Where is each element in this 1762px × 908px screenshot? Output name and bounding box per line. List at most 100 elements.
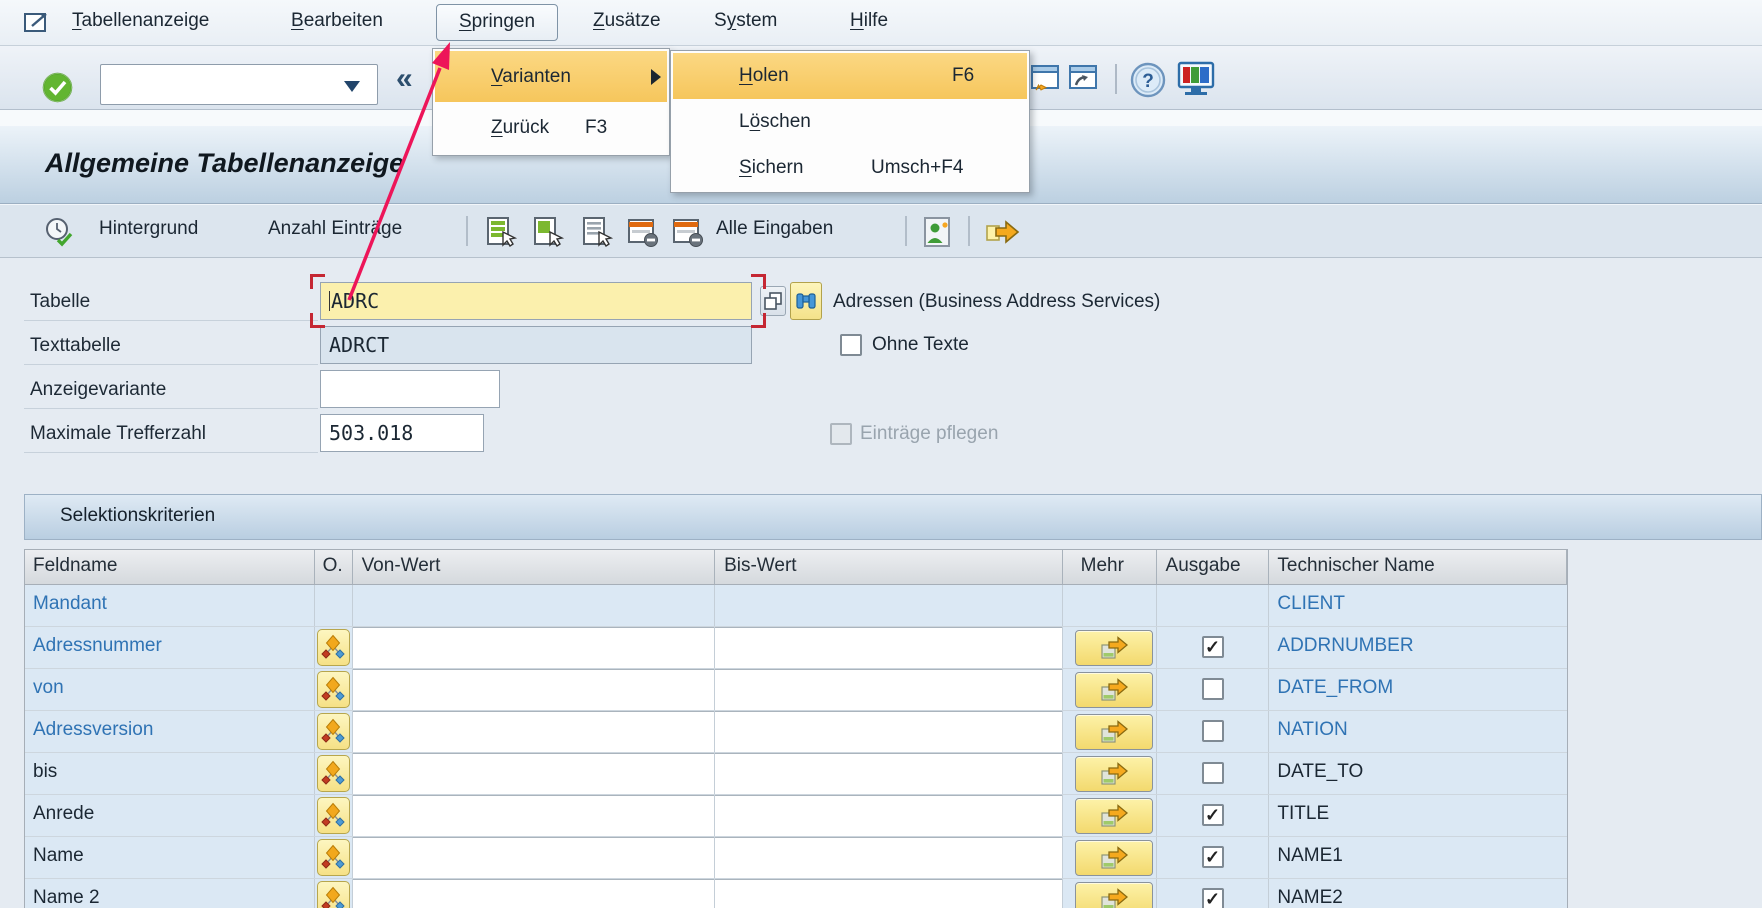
shortcut-label: F3: [585, 102, 607, 153]
bis-wert-input[interactable]: [715, 753, 1062, 794]
select-all-icon[interactable]: [485, 216, 517, 254]
separator: [905, 216, 907, 246]
multiple-selection-button[interactable]: [1075, 672, 1153, 708]
output-checkbox[interactable]: [1202, 762, 1224, 784]
command-field[interactable]: [100, 64, 378, 105]
menu-hilfe[interactable]: Hilfe: [850, 10, 888, 32]
menu-item-loeschen[interactable]: Löschen: [673, 99, 1027, 145]
selection-options-button[interactable]: [317, 713, 350, 750]
max-trefferzahl-field[interactable]: 503.018: [320, 414, 484, 452]
menu-item-sichern[interactable]: Sichern Umsch+F4: [673, 145, 1027, 191]
menu-springen[interactable]: Springen: [436, 4, 558, 41]
bis-wert-input[interactable]: [715, 879, 1062, 908]
output-checkbox[interactable]: [1202, 888, 1224, 908]
multiple-selection-button[interactable]: [1075, 630, 1153, 666]
field-name-cell: bis: [25, 753, 315, 794]
menu-item-zurueck[interactable]: Zurück F3: [435, 102, 667, 153]
field-name-cell: Anrede: [25, 795, 315, 836]
deselect-all-icon[interactable]: [626, 216, 660, 254]
texttabelle-field: ADRCT: [320, 326, 752, 364]
ohne-texte-checkbox[interactable]: [840, 334, 862, 356]
bis-wert-input[interactable]: [715, 711, 1062, 752]
customize-layout-icon[interactable]: [1176, 60, 1216, 104]
alle-eingaben-button[interactable]: Alle Eingaben: [716, 218, 833, 240]
bis-wert-input[interactable]: [715, 627, 1062, 668]
selection-options-button[interactable]: [317, 881, 350, 908]
selection-options-button[interactable]: [317, 629, 350, 666]
von-wert-input[interactable]: [353, 795, 715, 836]
bis-wert-cell: [715, 627, 1063, 668]
selection-options-button[interactable]: [317, 755, 350, 792]
selection-options-button[interactable]: [317, 671, 350, 708]
focus-bracket: [310, 274, 325, 289]
menu-tabellenanzeige[interactable]: Tabellenanzeige: [72, 10, 209, 32]
von-wert-input[interactable]: [353, 711, 715, 752]
multiple-values-icon[interactable]: [760, 286, 786, 316]
output-checkbox[interactable]: [1202, 720, 1224, 742]
texttabelle-label: Texttabelle: [30, 335, 121, 357]
collapse-toolbar-icon[interactable]: «: [396, 62, 413, 96]
focus-bracket: [751, 313, 766, 328]
separator: [1115, 64, 1117, 94]
delete-selection-icon[interactable]: [671, 216, 705, 254]
menu-item-holen[interactable]: Holen F6: [673, 53, 1027, 99]
help-icon[interactable]: ?: [1130, 62, 1166, 104]
table-row: bis DATE_TO: [25, 753, 1567, 795]
shortcut-label: F6: [952, 53, 974, 99]
bis-wert-cell: [715, 669, 1063, 710]
selection-options-button[interactable]: [317, 839, 350, 876]
field-name-cell: Name: [25, 837, 315, 878]
multiple-selection-arrow-icon: [1099, 677, 1129, 704]
create-shortcut-icon[interactable]: [1066, 62, 1098, 102]
von-wert-input[interactable]: [353, 627, 715, 668]
menu-system[interactable]: System: [714, 10, 777, 32]
bis-wert-input[interactable]: [715, 795, 1062, 836]
table-row: Name NAME1: [25, 837, 1567, 879]
selection-options-button[interactable]: [317, 797, 350, 834]
multiple-selection-button[interactable]: [1075, 840, 1153, 876]
output-checkbox[interactable]: [1202, 678, 1224, 700]
anzahl-eintraege-button[interactable]: Anzahl Einträge: [268, 218, 402, 240]
submenu-arrow-icon: [651, 69, 661, 85]
von-wert-input[interactable]: [353, 879, 715, 908]
page-title: Allgemeine Tabellenanzeige: [45, 148, 404, 179]
execute-clock-icon[interactable]: [43, 216, 77, 254]
menu-zusaetze[interactable]: Zusätze: [593, 10, 661, 32]
session-window-icon[interactable]: [22, 8, 52, 44]
bis-wert-cell: [715, 837, 1063, 878]
menu-bearbeiten[interactable]: Bearbeiten: [291, 10, 383, 32]
new-session-icon[interactable]: [1028, 62, 1060, 102]
multiple-selection-button[interactable]: [1075, 714, 1153, 750]
mehr-cell: [1063, 753, 1157, 794]
anzeigevariante-field[interactable]: [320, 370, 500, 408]
multiple-selection-button[interactable]: [1075, 882, 1153, 908]
command-dropdown-icon[interactable]: [344, 81, 360, 92]
tabelle-field[interactable]: ADRC: [320, 282, 752, 320]
output-checkbox[interactable]: [1202, 636, 1224, 658]
enter-button[interactable]: [42, 72, 73, 103]
select-list-icon[interactable]: [581, 216, 613, 254]
field-name-cell: Name 2: [25, 879, 315, 908]
output-checkbox[interactable]: [1202, 804, 1224, 826]
multiple-selection-button[interactable]: [1075, 756, 1153, 792]
selection-options-icon: [321, 886, 345, 908]
menu-item-varianten[interactable]: Varianten: [435, 51, 667, 102]
select-block-icon[interactable]: [532, 216, 564, 254]
hintergrund-button[interactable]: Hintergrund: [99, 218, 198, 240]
selection-table-body: MandantCLIENTAdressnummer ADDRNUMBERvon …: [24, 585, 1568, 908]
user-settings-icon[interactable]: [922, 216, 954, 256]
output-checkbox[interactable]: [1202, 846, 1224, 868]
options-cell: [315, 753, 353, 794]
von-wert-input[interactable]: [353, 753, 715, 794]
multiple-selection-arrow-icon: [1099, 887, 1129, 908]
goto-variant-icon[interactable]: [984, 216, 1022, 254]
search-help-binoculars-icon[interactable]: [790, 282, 822, 320]
von-wert-input[interactable]: [353, 669, 715, 710]
multiple-selection-button[interactable]: [1075, 798, 1153, 834]
von-wert-cell: [353, 837, 716, 878]
bis-wert-input[interactable]: [715, 669, 1062, 710]
mehr-cell: [1063, 837, 1157, 878]
technical-name-cell: CLIENT: [1269, 585, 1567, 626]
von-wert-input[interactable]: [353, 837, 715, 878]
bis-wert-input[interactable]: [715, 837, 1062, 878]
